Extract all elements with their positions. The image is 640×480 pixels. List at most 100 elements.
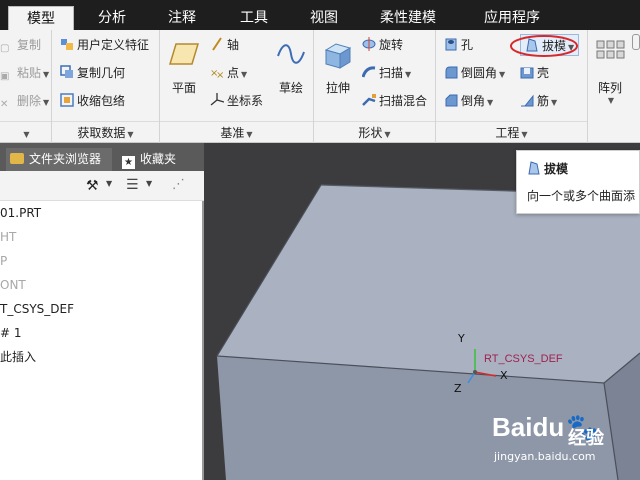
filter-icon[interactable]: ⋰	[172, 177, 185, 192]
user-feature-icon	[61, 39, 73, 50]
delete-button[interactable]: ✕ 删除 ▼	[0, 90, 49, 112]
top-face	[217, 185, 640, 383]
swept-blend-button[interactable]: 扫描混合	[362, 90, 427, 112]
sweep-button[interactable]: 扫描 ▼	[362, 62, 411, 84]
tree-item[interactable]: P	[0, 249, 204, 273]
draft-icon	[528, 161, 540, 175]
axis-button[interactable]: 轴	[210, 34, 239, 56]
point-button[interactable]: × × 点 ▼	[210, 62, 247, 84]
chevron-down-icon[interactable]: ▼	[146, 179, 152, 188]
plane-button[interactable]: 平面	[166, 38, 202, 96]
chevron-down-icon: ▼	[521, 130, 528, 139]
revolve-button[interactable]: 旋转	[362, 34, 403, 56]
tree-item[interactable]: # 1	[0, 321, 204, 345]
pattern-button[interactable]: 阵列 ▼	[592, 38, 628, 105]
rib-button[interactable]: 筋 ▼	[520, 90, 557, 112]
tab-folder-browser[interactable]: 文件夹浏览器	[6, 148, 112, 171]
sketch-button[interactable]: 草绘	[274, 38, 308, 96]
revolve-icon	[362, 37, 376, 51]
model-tree: 01.PRT HT P ONT T_CSYS_DEF # 1 此插入	[0, 201, 204, 369]
axis-x-label: X	[500, 369, 508, 382]
highlight-ring	[510, 35, 578, 57]
tree-item-csys[interactable]: T_CSYS_DEF	[0, 297, 204, 321]
sweep-icon	[362, 66, 376, 78]
chevron-down-icon: ▼	[551, 98, 558, 107]
model-tree-panel: 文件夹浏览器 ★ 收藏夹 ⚒ ▼ ☰ ▼ ⋰ 01.PRT HT P ONT T_…	[0, 143, 204, 480]
tree-item-part[interactable]: 01.PRT	[0, 201, 204, 225]
chevron-down-icon: ▼	[487, 98, 494, 107]
tooltip-title: 拔模	[527, 160, 568, 177]
extrude-icon	[324, 43, 352, 69]
tab-model[interactable]: 模型	[8, 6, 74, 30]
favorites-icon: ★	[122, 156, 135, 169]
chevron-down-icon: ▼	[405, 70, 412, 79]
chevron-down-icon: ▼	[246, 130, 253, 139]
chevron-down-icon: ▼	[607, 96, 615, 105]
hole-icon	[445, 38, 457, 51]
tab-favorites[interactable]: ★ 收藏夹	[116, 148, 194, 171]
csys-icon	[210, 93, 224, 106]
group-clipboard: ▢ 复制 ▣ 粘贴 ▼ ✕ 删除 ▼ ▼	[0, 30, 52, 143]
copy-geometry-button[interactable]: 复制几何	[60, 62, 125, 84]
group-datum: 平面 轴 × × 点 ▼ 坐标系 草绘 基准 ▼	[160, 30, 314, 143]
paste-button[interactable]: ▣ 粘贴 ▼	[0, 62, 49, 84]
panel-tabs: 文件夹浏览器 ★ 收藏夹	[0, 143, 204, 171]
point-icon: ××	[210, 68, 224, 79]
group-engineering-label[interactable]: 工程 ▼	[436, 121, 587, 143]
pattern-icon	[596, 40, 625, 59]
group-datum-label[interactable]: 基准 ▼	[160, 121, 313, 143]
shrinkwrap-button[interactable]: 收缩包络	[60, 90, 125, 112]
tree-item-insert-here[interactable]: 此插入	[0, 345, 204, 369]
axis-y-label: Y	[458, 332, 465, 345]
draft-tooltip: 拔模 向一个或多个曲面添	[516, 150, 640, 214]
copy-button[interactable]: ▢ 复制	[0, 34, 41, 56]
chevron-down-icon: ▼	[43, 98, 50, 107]
plane-icon	[168, 43, 200, 65]
group-shapes-label[interactable]: 形状 ▼	[314, 121, 435, 143]
extrude-button[interactable]: 拉伸	[320, 38, 356, 96]
chamfer-icon	[445, 94, 458, 107]
shell-button[interactable]: 壳	[520, 62, 549, 84]
tab-annotate[interactable]: 注释	[150, 6, 214, 30]
chamfer-button[interactable]: 倒角 ▼	[444, 90, 493, 112]
csys-button[interactable]: 坐标系	[210, 90, 263, 112]
csys-label: RT_CSYS_DEF	[484, 353, 563, 365]
chevron-down-icon: ▼	[127, 130, 134, 139]
watermark-url: jingyan.baidu.com	[494, 450, 596, 463]
paste-icon: ▣	[0, 71, 10, 82]
tab-applications[interactable]: 应用程序	[466, 6, 558, 30]
round-button[interactable]: 倒圆角 ▼	[444, 62, 505, 84]
shrinkwrap-icon	[60, 93, 74, 107]
chevron-down-icon[interactable]: ▼	[106, 179, 112, 188]
group-clipboard-label[interactable]: ▼	[0, 121, 51, 143]
tree-item[interactable]: ONT	[0, 273, 204, 297]
tooltip-description: 向一个或多个曲面添	[527, 189, 636, 203]
rib-icon	[521, 94, 534, 107]
tab-flexible-modeling[interactable]: 柔性建模	[362, 6, 454, 30]
mirror-icon[interactable]	[632, 34, 640, 50]
tree-item[interactable]: HT	[0, 225, 204, 249]
watermark-jingyan: 经验	[568, 428, 604, 449]
group-get-data: 用户定义特征 复制几何 收缩包络 获取数据 ▼	[52, 30, 160, 143]
tab-analysis[interactable]: 分析	[82, 6, 142, 30]
tab-tools[interactable]: 工具	[222, 6, 286, 30]
show-list-icon[interactable]: ☰	[126, 177, 139, 193]
sketch-icon	[277, 44, 305, 64]
settings-icon[interactable]: ⚒	[86, 178, 99, 194]
ribbon-tab-bar: 模型 分析 注释 工具 视图 柔性建模 应用程序	[0, 0, 640, 30]
svg-text:×: ×	[216, 70, 224, 79]
shell-icon	[520, 67, 534, 79]
hole-button[interactable]: 孔	[444, 34, 473, 56]
delete-icon: ✕	[0, 99, 9, 110]
panel-toolbar: ⚒ ▼ ☰ ▼ ⋰	[0, 171, 204, 201]
round-icon	[445, 66, 458, 79]
group-editing: 阵列 ▼	[588, 30, 640, 143]
tab-view[interactable]: 视图	[292, 6, 356, 30]
chevron-down-icon: ▼	[499, 70, 506, 79]
swept-blend-icon	[362, 94, 376, 106]
group-shapes: 拉伸 旋转 扫描 ▼ 扫描混合 形状 ▼	[314, 30, 436, 143]
group-get-data-label[interactable]: 获取数据 ▼	[52, 121, 159, 143]
chevron-down-icon: ▼	[241, 70, 248, 79]
user-defined-feature-button[interactable]: 用户定义特征	[60, 34, 149, 56]
folder-icon	[10, 153, 24, 164]
